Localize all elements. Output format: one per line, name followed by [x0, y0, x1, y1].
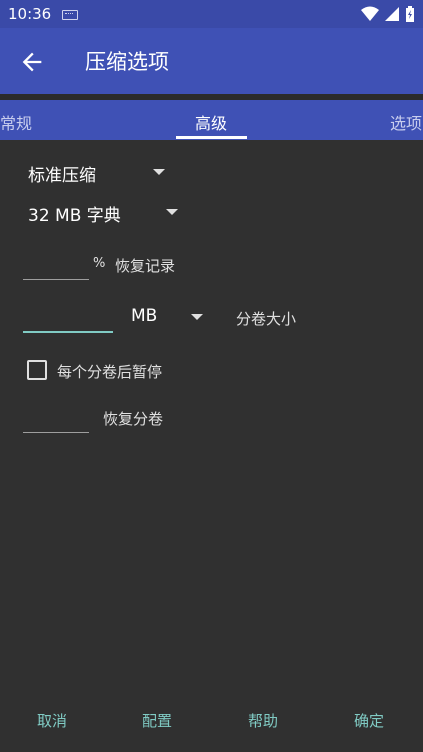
- status-bar: 10:36: [0, 0, 423, 28]
- battery-icon: [406, 6, 414, 22]
- compression-method-dropdown[interactable]: 标准压缩: [28, 161, 168, 186]
- recovery-volumes-input[interactable]: [23, 408, 89, 433]
- tab-general[interactable]: 常规: [0, 110, 32, 134]
- volume-size-label: 分卷大小: [236, 310, 297, 328]
- signal-icon: [384, 7, 399, 21]
- recovery-record-label: 恢复记录: [115, 257, 176, 275]
- tab-bar: 常规 高级 选项: [0, 100, 423, 140]
- volume-unit-value: MB: [131, 306, 158, 326]
- status-time: 10:36: [8, 5, 52, 23]
- tab-advanced[interactable]: 高级: [195, 110, 227, 134]
- cancel-button[interactable]: 取消: [37, 710, 67, 731]
- volume-unit-dropdown[interactable]: MB: [131, 306, 207, 330]
- recovery-record-unit: %: [93, 256, 106, 271]
- keyboard-icon: [62, 10, 78, 20]
- help-button[interactable]: 帮助: [248, 710, 278, 731]
- chevron-down-icon: [166, 209, 178, 215]
- chevron-down-icon: [191, 314, 203, 320]
- toolbar: 压缩选项: [0, 28, 423, 94]
- tab-options[interactable]: 选项: [390, 110, 422, 134]
- volume-size-input[interactable]: [23, 307, 113, 333]
- pause-after-volume-label[interactable]: 每个分卷后暂停: [57, 361, 162, 382]
- wifi-icon: [360, 6, 379, 21]
- recovery-record-input[interactable]: [23, 255, 89, 280]
- profiles-button[interactable]: 配置: [142, 710, 172, 731]
- ok-button[interactable]: 确定: [354, 710, 384, 731]
- dictionary-size-value: 32 MB 字典: [28, 206, 121, 226]
- recovery-volumes-label: 恢复分卷: [103, 410, 164, 428]
- tab-indicator: [176, 136, 247, 139]
- page-title: 压缩选项: [85, 50, 169, 74]
- chevron-down-icon: [153, 169, 165, 175]
- compression-method-value: 标准压缩: [28, 166, 96, 186]
- dictionary-size-dropdown[interactable]: 32 MB 字典: [28, 201, 183, 226]
- back-arrow-icon[interactable]: [18, 48, 46, 76]
- pause-after-volume-checkbox[interactable]: [27, 360, 47, 380]
